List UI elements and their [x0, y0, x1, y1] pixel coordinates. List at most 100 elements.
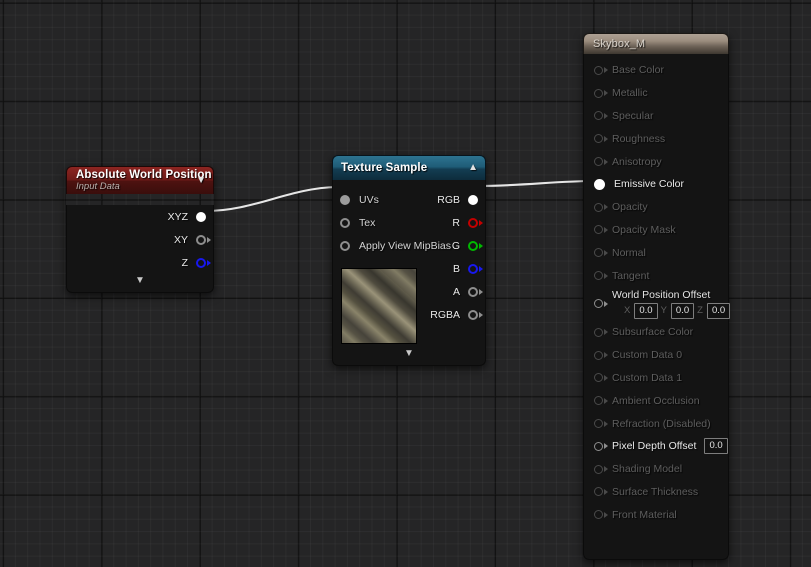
material-input-ambient-occlusion[interactable]: Ambient Occlusion	[584, 389, 728, 412]
pin-emissive-color[interactable]	[594, 178, 605, 190]
pin-label-opacity: Opacity	[612, 201, 648, 214]
node-header-texture-sample[interactable]: Texture Sample ▲	[332, 155, 486, 180]
material-input-roughness[interactable]: Roughness	[584, 127, 728, 150]
output-pin-row-xy[interactable]: XY	[67, 228, 213, 251]
material-input-front-material[interactable]: Front Material	[584, 503, 728, 526]
node-material-output-skybox-m[interactable]: Skybox_M Base Color Metallic Specular Ro…	[583, 33, 731, 560]
node-absolute-world-position[interactable]: Absolute World Position Input Data ▼ XYZ…	[66, 166, 214, 293]
chevron-up-icon[interactable]: ▲	[468, 163, 478, 173]
pin-label-base-color: Base Color	[612, 64, 664, 77]
pin-a[interactable]	[468, 286, 478, 297]
material-input-shading-model[interactable]: Shading Model	[584, 458, 728, 481]
pin-label-ambient-occlusion: Ambient Occlusion	[612, 394, 700, 407]
pin-label-rgba: RGBA	[430, 308, 460, 321]
node-body-texture-sample: UVs Tex Apply View MipBias RGB R G B A R…	[332, 180, 486, 366]
node-header-absolute-world-position[interactable]: Absolute World Position Input Data ▼	[66, 166, 214, 194]
chevron-down-icon[interactable]: ▼	[196, 175, 206, 186]
pin-pixel-depth-offset[interactable]	[594, 441, 603, 451]
pin-opacity[interactable]	[594, 202, 603, 212]
pin-custom-data-1[interactable]	[594, 373, 603, 383]
material-input-normal[interactable]: Normal	[584, 241, 728, 264]
material-input-custom-data-0[interactable]: Custom Data 0	[584, 344, 728, 367]
pin-label-xyz: XYZ	[167, 210, 188, 223]
pin-r[interactable]	[468, 217, 478, 228]
output-pin-row-xyz[interactable]: XYZ	[67, 205, 213, 228]
wire-rgb-to-emissive[interactable]	[476, 179, 595, 188]
pin-label-emissive-color: Emissive Color	[614, 178, 685, 191]
pin-refraction[interactable]	[594, 419, 603, 429]
material-input-base-color[interactable]: Base Color	[584, 59, 728, 82]
pin-specular[interactable]	[594, 111, 603, 121]
material-input-custom-data-1[interactable]: Custom Data 1	[584, 367, 728, 390]
node-header-skybox-m[interactable]: Skybox_M	[583, 33, 729, 54]
pin-tangent[interactable]	[594, 271, 603, 281]
material-input-tangent[interactable]: Tangent	[584, 264, 728, 287]
material-input-specular[interactable]: Specular	[584, 105, 728, 128]
pin-anisotropy[interactable]	[594, 157, 603, 167]
material-input-metallic[interactable]: Metallic	[584, 82, 728, 105]
pin-label-b: B	[452, 262, 460, 275]
pin-b[interactable]	[468, 263, 478, 274]
node-title-label: Texture Sample	[341, 162, 428, 174]
pin-roughness[interactable]	[594, 134, 603, 144]
material-input-subsurface-color[interactable]: Subsurface Color	[584, 321, 728, 344]
axis-label-z: Z	[697, 305, 703, 317]
wpo-z-input[interactable]: 0.0	[706, 302, 731, 319]
node-body-absolute-world-position: XYZ XY Z ▼	[66, 205, 214, 293]
node-body-skybox-m: Base Color Metallic Specular Roughness A…	[583, 54, 731, 560]
pin-rgba[interactable]	[468, 309, 478, 320]
pin-subsurface-color[interactable]	[594, 327, 603, 337]
pin-label-roughness: Roughness	[612, 132, 666, 145]
pin-label-anisotropy: Anisotropy	[612, 155, 662, 168]
pin-label-refraction: Refraction (Disabled)	[612, 417, 711, 430]
material-input-opacity[interactable]: Opacity	[584, 196, 728, 219]
pin-label-rgb: RGB	[437, 193, 460, 206]
expand-chevron-down-icon[interactable]: ▼	[404, 349, 414, 359]
world-position-offset-vector-fields: X 0.0 Y 0.0 Z 0.0	[624, 302, 731, 319]
texture-preview-thumbnail[interactable]	[341, 268, 417, 344]
material-graph-canvas[interactable]: Absolute World Position Input Data ▼ XYZ…	[0, 0, 811, 567]
pin-world-position-offset[interactable]	[594, 299, 603, 309]
output-pin-row-g[interactable]: G	[333, 234, 485, 257]
pin-shading-model[interactable]	[594, 464, 603, 474]
material-input-opacity-mask[interactable]: Opacity Mask	[584, 219, 728, 242]
pin-z[interactable]	[196, 257, 206, 268]
material-input-world-position-offset[interactable]: World Position Offset X 0.0 Y 0.0 Z 0.0	[584, 287, 731, 321]
pin-label-opacity-mask: Opacity Mask	[612, 223, 676, 236]
pin-base-color[interactable]	[594, 65, 603, 75]
pin-label-tangent: Tangent	[612, 269, 650, 282]
pixel-depth-offset-input[interactable]: 0.0	[704, 438, 728, 455]
pin-xyz[interactable]	[196, 211, 206, 222]
material-input-emissive-color[interactable]: Emissive Color	[584, 173, 728, 196]
pin-label-world-position-offset: World Position Offset	[612, 288, 711, 301]
pin-custom-data-0[interactable]	[594, 350, 603, 360]
pin-opacity-mask[interactable]	[594, 225, 603, 235]
output-pin-row-z[interactable]: Z	[67, 251, 213, 274]
material-input-pixel-depth-offset[interactable]: Pixel Depth Offset 0.0	[584, 435, 728, 458]
output-pin-row-rgb[interactable]: RGB	[333, 188, 485, 211]
material-input-anisotropy[interactable]: Anisotropy	[584, 150, 728, 173]
wire-worldposition-to-uvs[interactable]	[203, 185, 339, 213]
pin-normal[interactable]	[594, 248, 603, 258]
pin-label-xy: XY	[173, 233, 188, 246]
output-pin-row-r[interactable]: R	[333, 211, 485, 234]
pin-label-g: G	[451, 239, 460, 252]
wpo-y-input[interactable]: 0.0	[670, 302, 695, 319]
pin-label-metallic: Metallic	[612, 87, 648, 100]
expand-chevron-down-icon[interactable]: ▼	[135, 276, 145, 286]
material-input-refraction[interactable]: Refraction (Disabled)	[584, 412, 728, 435]
pin-g[interactable]	[468, 240, 478, 251]
pin-ambient-occlusion[interactable]	[594, 396, 603, 406]
pin-rgb[interactable]	[468, 194, 478, 205]
material-input-surface-thickness[interactable]: Surface Thickness	[584, 481, 728, 504]
pin-surface-thickness[interactable]	[594, 487, 603, 497]
pin-label-subsurface-color: Subsurface Color	[612, 326, 694, 339]
node-texture-sample[interactable]: Texture Sample ▲ UVs Tex Apply View MipB…	[332, 155, 486, 366]
pin-metallic[interactable]	[594, 88, 603, 98]
pin-label-a: A	[452, 285, 460, 298]
pin-label-front-material: Front Material	[612, 508, 677, 521]
pin-label-shading-model: Shading Model	[612, 463, 683, 476]
wpo-x-input[interactable]: 0.0	[634, 302, 658, 319]
pin-xy[interactable]	[196, 234, 206, 245]
pin-front-material[interactable]	[594, 510, 603, 520]
